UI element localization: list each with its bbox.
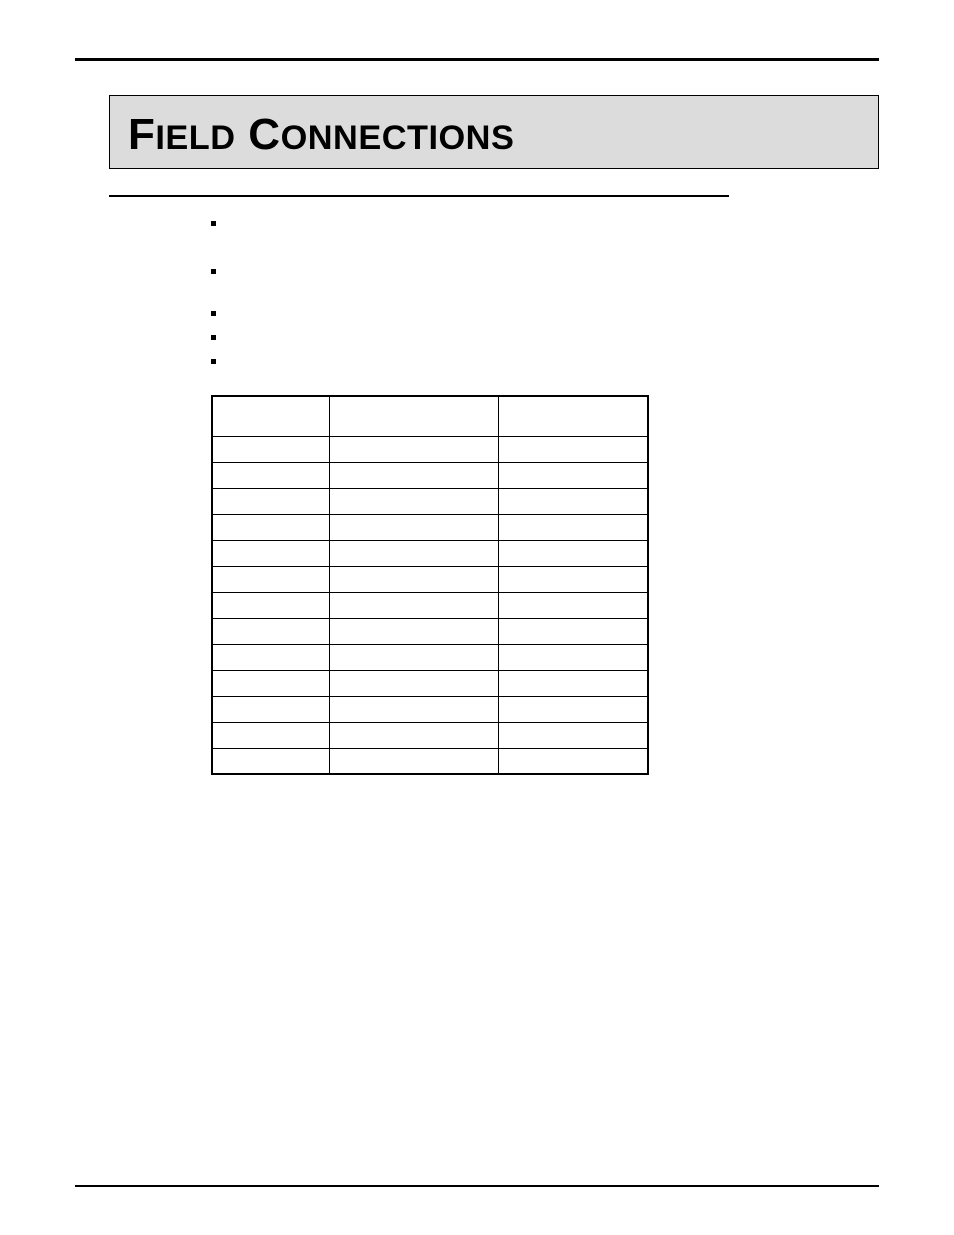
- table-cell: [212, 722, 329, 748]
- table-cell: [499, 592, 648, 618]
- table-cell: [329, 644, 498, 670]
- list-item: [211, 305, 771, 319]
- list-item: [211, 353, 771, 367]
- table-body: [212, 436, 648, 774]
- top-rule: [75, 58, 879, 61]
- table-cell: [499, 618, 648, 644]
- table-row: [212, 618, 648, 644]
- table-cell: [329, 722, 498, 748]
- table-cell: [329, 592, 498, 618]
- title-cap-f: F: [128, 110, 155, 159]
- table-cell: [329, 514, 498, 540]
- table-cell: [329, 488, 498, 514]
- table-cell: [212, 644, 329, 670]
- table-cell: [329, 696, 498, 722]
- list-item: [211, 215, 771, 229]
- table-cell: [212, 566, 329, 592]
- table-cell: [499, 436, 648, 462]
- table-cell: [329, 618, 498, 644]
- table-row: [212, 436, 648, 462]
- list-item: [211, 263, 771, 277]
- title-connections-rest: ONNECTIONS: [281, 119, 515, 157]
- table-cell: [329, 566, 498, 592]
- table-cell: [499, 644, 648, 670]
- section-title: FIELD CONNECTIONS: [128, 110, 514, 159]
- title-field-rest: IELD: [155, 119, 235, 157]
- table-row: [212, 462, 648, 488]
- table-row: [212, 540, 648, 566]
- table-header-row: [212, 396, 648, 436]
- title-cap-c: C: [248, 110, 280, 159]
- table-row: [212, 566, 648, 592]
- spec-table: [211, 395, 649, 775]
- table-cell: [499, 748, 648, 774]
- table-cell: [212, 696, 329, 722]
- table-cell: [499, 722, 648, 748]
- table-cell: [499, 462, 648, 488]
- table-cell: [499, 696, 648, 722]
- table-cell: [212, 618, 329, 644]
- table-row: [212, 514, 648, 540]
- list-item: [211, 329, 771, 343]
- table-header: [212, 396, 329, 436]
- table-cell: [212, 540, 329, 566]
- table-cell: [329, 462, 498, 488]
- table-cell: [499, 488, 648, 514]
- table-cell: [212, 592, 329, 618]
- content-block: [211, 215, 771, 367]
- bottom-rule: [75, 1185, 879, 1187]
- footer: [75, 1185, 879, 1187]
- table-cell: [212, 514, 329, 540]
- table-cell: [329, 540, 498, 566]
- title-band: FIELD CONNECTIONS: [109, 95, 879, 169]
- table-header: [329, 396, 498, 436]
- bullet-list: [211, 215, 771, 367]
- table-cell: [499, 670, 648, 696]
- table-cell: [329, 436, 498, 462]
- table-row: [212, 644, 648, 670]
- table-cell: [499, 540, 648, 566]
- table-cell: [212, 436, 329, 462]
- table-row: [212, 488, 648, 514]
- table-cell: [329, 670, 498, 696]
- table-cell: [212, 488, 329, 514]
- table-header: [499, 396, 648, 436]
- table-cell: [499, 514, 648, 540]
- table-cell: [329, 748, 498, 774]
- table-row: [212, 722, 648, 748]
- section-subhead-rule: [109, 193, 729, 197]
- table-cell: [212, 462, 329, 488]
- table-container: [211, 395, 879, 775]
- table-row: [212, 696, 648, 722]
- table-cell: [212, 748, 329, 774]
- table-cell: [499, 566, 648, 592]
- table-row: [212, 592, 648, 618]
- table-row: [212, 748, 648, 774]
- table-row: [212, 670, 648, 696]
- table-cell: [212, 670, 329, 696]
